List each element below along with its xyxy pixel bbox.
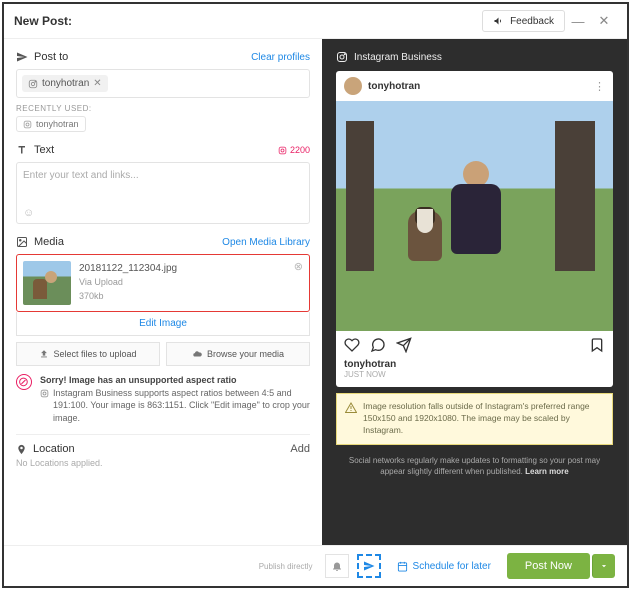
location-label: Location: [16, 443, 290, 455]
post-to-label: Post to: [16, 51, 251, 63]
more-icon[interactable]: ⋮: [594, 80, 605, 93]
heart-icon[interactable]: [344, 337, 360, 353]
titlebar: New Post: Feedback ― ✕: [4, 4, 627, 39]
bell-icon: [331, 560, 343, 572]
resolution-warning: Image resolution falls outside of Instag…: [336, 393, 613, 445]
recent-profile-chip[interactable]: tonyhotran: [16, 116, 86, 132]
learn-more-link[interactable]: Learn more: [525, 467, 569, 476]
comment-icon[interactable]: [370, 337, 386, 353]
preview-username-meta: tonyhotran: [344, 359, 605, 370]
post-text-input[interactable]: Enter your text and links... ☺: [16, 162, 310, 224]
error-icon: [16, 374, 32, 390]
minimize-button[interactable]: ―: [565, 14, 591, 29]
megaphone-icon: [493, 15, 505, 27]
instagram-icon: [28, 79, 38, 89]
profiles-input[interactable]: tonyhotran ✕: [16, 69, 310, 98]
remove-chip-icon[interactable]: ✕: [93, 78, 101, 89]
preview-network-label: Instagram Business: [336, 51, 613, 63]
feedback-button[interactable]: Feedback: [482, 10, 565, 32]
media-thumbnail: [23, 261, 71, 305]
close-button[interactable]: ✕: [591, 13, 617, 29]
clear-profiles-link[interactable]: Clear profiles: [251, 52, 310, 63]
char-counter: 2200: [278, 145, 310, 155]
notify-button[interactable]: [325, 554, 349, 578]
text-placeholder: Enter your text and links...: [23, 170, 139, 181]
media-attachment[interactable]: 20181122_112304.jpg Via Upload 370kb ⊗: [16, 254, 310, 312]
preview-panel: Instagram Business tonyhotran ⋮: [322, 39, 627, 545]
send-icon: [16, 51, 28, 63]
chevron-down-icon: [599, 561, 609, 571]
share-icon[interactable]: [396, 337, 412, 353]
preview-actions: [336, 331, 613, 359]
instagram-icon: [278, 146, 287, 155]
remove-media-icon[interactable]: ⊗: [294, 260, 303, 273]
publish-directly-label: Publish directly: [259, 562, 313, 571]
instagram-icon: [40, 389, 49, 398]
open-media-library-link[interactable]: Open Media Library: [222, 237, 310, 248]
image-icon: [16, 236, 28, 248]
edit-image-button[interactable]: Edit Image: [16, 312, 310, 336]
window-title: New Post:: [14, 14, 482, 28]
text-icon: [16, 144, 28, 156]
warning-icon: [345, 402, 357, 414]
pin-icon: [16, 444, 27, 455]
bookmark-icon[interactable]: [589, 337, 605, 353]
publish-mode-button[interactable]: [357, 554, 381, 578]
profile-chip[interactable]: tonyhotran ✕: [22, 75, 108, 92]
schedule-button[interactable]: Schedule for later: [397, 561, 491, 572]
media-label: Media: [16, 236, 222, 248]
footer: Publish directly Schedule for later Post…: [4, 545, 627, 586]
browse-media-button[interactable]: Browse your media: [166, 342, 310, 366]
cloud-icon: [192, 349, 203, 359]
recently-used-label: RECENTLY USED:: [16, 104, 310, 113]
upload-icon: [39, 349, 49, 359]
post-now-dropdown[interactable]: [592, 554, 615, 578]
compose-panel: Post to Clear profiles tonyhotran ✕ RECE…: [4, 39, 322, 545]
emoji-button[interactable]: ☺: [23, 207, 34, 219]
preview-disclaimer: Social networks regularly make updates t…: [336, 455, 613, 477]
preview-image: [336, 101, 613, 331]
aspect-ratio-warning: Sorry! Image has an unsupported aspect r…: [16, 374, 310, 424]
post-now-button[interactable]: Post Now: [507, 553, 590, 579]
calendar-icon: [397, 561, 408, 572]
avatar: [344, 77, 362, 95]
add-location-link[interactable]: Add: [290, 443, 310, 455]
media-info: 20181122_112304.jpg Via Upload 370kb: [79, 261, 177, 305]
instagram-card: tonyhotran ⋮ tonyhotran JUST NOW: [336, 71, 613, 387]
send-icon: [363, 560, 375, 572]
text-label: Text: [16, 144, 278, 156]
preview-username: tonyhotran: [368, 81, 588, 92]
preview-time: JUST NOW: [344, 370, 605, 379]
instagram-icon: [336, 51, 348, 63]
select-files-button[interactable]: Select files to upload: [16, 342, 160, 366]
location-empty: No Locations applied.: [16, 458, 310, 468]
instagram-icon: [23, 120, 32, 129]
